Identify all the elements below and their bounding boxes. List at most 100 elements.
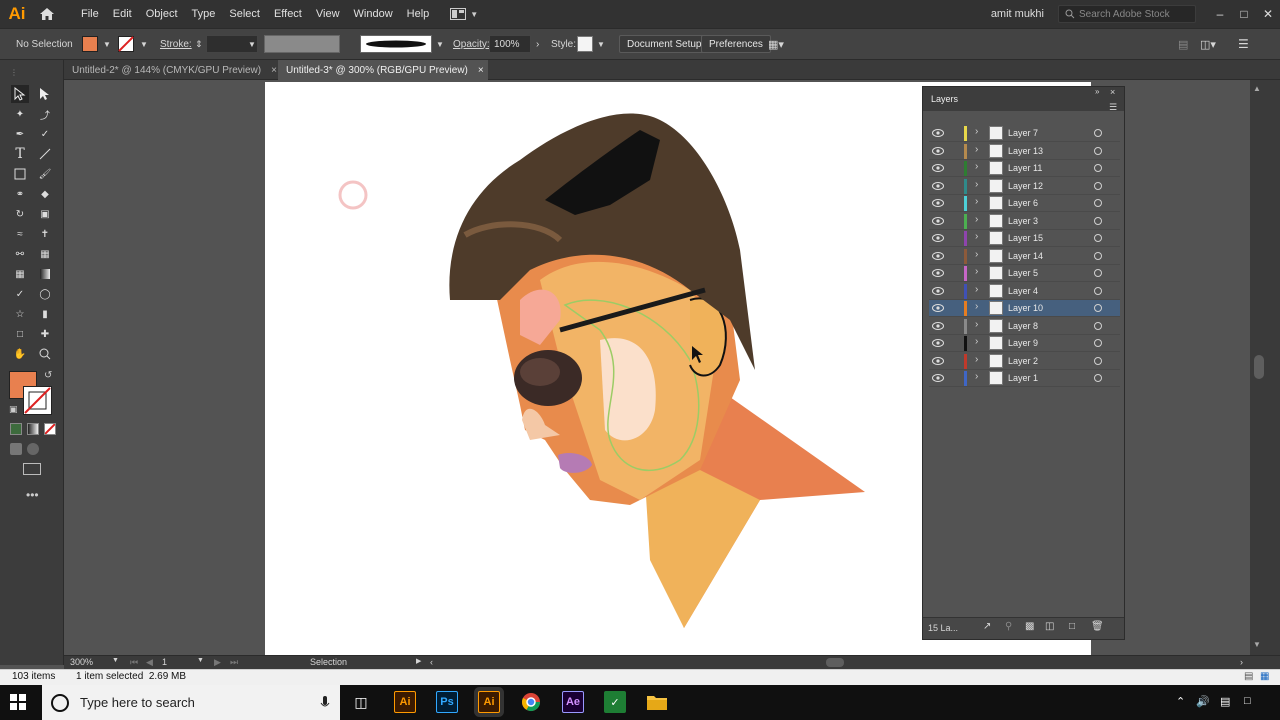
zoom-chevron-icon[interactable]: ▼ <box>112 657 119 664</box>
visibility-eye-icon[interactable] <box>932 216 944 226</box>
menu-object[interactable]: Object <box>139 0 185 28</box>
layer-row[interactable]: › Layer 2 <box>929 353 1120 370</box>
expand-layer-icon[interactable]: › <box>975 371 978 382</box>
brush-definition[interactable] <box>360 35 432 53</box>
layer-name[interactable]: Layer 2 <box>1008 356 1038 366</box>
stroke-weight-chevron-icon[interactable]: ▼ <box>248 29 256 59</box>
shaper-tool-icon[interactable]: ⚭ <box>11 185 29 203</box>
visibility-eye-icon[interactable] <box>932 233 944 243</box>
eyedropper-tool-icon[interactable]: ✓ <box>11 285 29 303</box>
last-page-icon[interactable]: ⏭ <box>230 657 238 668</box>
menu-type[interactable]: Type <box>185 0 223 28</box>
expand-layer-icon[interactable]: › <box>975 354 978 365</box>
scroll-right-icon[interactable]: › <box>1240 657 1243 667</box>
selection-tool-icon[interactable] <box>11 85 29 103</box>
layer-row[interactable]: › Layer 6 <box>929 195 1120 212</box>
layer-target-icon[interactable] <box>1094 286 1102 295</box>
color-mode-icon[interactable] <box>10 423 22 435</box>
menu-view[interactable]: View <box>309 0 347 28</box>
minimize-button[interactable]: – <box>1208 7 1232 21</box>
expand-layer-icon[interactable]: › <box>975 249 978 260</box>
file-explorer-taskbar-icon[interactable] <box>646 691 668 713</box>
create-sublayer-icon[interactable]: ◫ <box>1045 621 1054 632</box>
default-colors-icon[interactable]: ▣ <box>9 404 18 415</box>
next-page-icon[interactable]: ▶ <box>214 657 221 668</box>
menu-effect[interactable]: Effect <box>267 0 309 28</box>
none-mode-icon[interactable] <box>44 423 56 435</box>
stroke-dropdown-chevron-icon[interactable]: ▼ <box>140 29 148 59</box>
page-chevron-icon[interactable]: ▼ <box>197 657 204 664</box>
symbol-sprayer-tool-icon[interactable]: ☆ <box>11 305 29 323</box>
opacity-field[interactable]: 100% <box>489 35 531 53</box>
layer-name[interactable]: Layer 15 <box>1008 233 1043 243</box>
user-name[interactable]: amit mukhi <box>991 8 1044 20</box>
maximize-button[interactable]: □ <box>1232 7 1256 21</box>
style-swatch[interactable] <box>577 36 593 52</box>
shape-builder-tool-icon[interactable]: ⚯ <box>11 245 29 263</box>
opacity-label[interactable]: Opacity: <box>453 29 490 59</box>
details-view-icon[interactable]: ▤ <box>1244 671 1253 682</box>
green-app-taskbar-icon[interactable]: ✓ <box>604 691 626 713</box>
expand-layer-icon[interactable]: › <box>975 301 978 312</box>
layer-target-icon[interactable] <box>1094 339 1102 347</box>
layer-row[interactable]: › Layer 4 <box>929 283 1120 300</box>
visibility-eye-icon[interactable] <box>932 251 944 261</box>
first-page-icon[interactable]: ⏮ <box>130 657 138 668</box>
lasso-tool-icon[interactable]: ⤴ <box>36 105 54 123</box>
stock-search-input[interactable]: Search Adobe Stock <box>1058 5 1196 23</box>
windows-start-icon[interactable] <box>10 694 26 713</box>
rectangle-tool-icon[interactable] <box>11 165 29 183</box>
layer-name[interactable]: Layer 6 <box>1008 198 1038 208</box>
style-chevron-icon[interactable]: ▼ <box>597 29 605 59</box>
chrome-taskbar-icon[interactable] <box>520 691 542 713</box>
scroll-up-icon[interactable]: ▲ <box>1253 84 1261 93</box>
layer-name[interactable]: Layer 12 <box>1008 181 1043 191</box>
taskbar-search-box[interactable]: Type here to search <box>42 685 340 720</box>
layer-target-icon[interactable] <box>1094 129 1102 137</box>
close-tab-icon[interactable]: × <box>478 65 484 76</box>
hand-tool-icon[interactable]: ✋ <box>11 345 29 363</box>
line-tool-icon[interactable] <box>36 145 54 163</box>
blend-tool-icon[interactable]: ◯ <box>36 285 54 303</box>
layer-target-icon[interactable] <box>1094 181 1102 190</box>
variable-width-profile[interactable] <box>264 35 340 53</box>
delete-layer-icon[interactable]: 🗑 <box>1091 621 1104 632</box>
brush-chevron-icon[interactable]: ▼ <box>436 29 444 59</box>
layer-name[interactable]: Layer 11 <box>1008 163 1042 173</box>
fill-dropdown-chevron-icon[interactable]: ▼ <box>103 29 111 59</box>
layer-name[interactable]: Layer 3 <box>1008 216 1038 226</box>
layer-row[interactable]: › Layer 8 <box>929 318 1120 335</box>
draw-behind-icon[interactable] <box>27 443 39 455</box>
menu-edit[interactable]: Edit <box>106 0 139 28</box>
draw-normal-icon[interactable] <box>10 443 22 455</box>
network-icon[interactable]: ▤ <box>1220 695 1230 708</box>
visibility-eye-icon[interactable] <box>932 198 944 208</box>
home-icon[interactable] <box>34 0 60 28</box>
visibility-eye-icon[interactable] <box>932 163 944 173</box>
status-menu-icon[interactable]: ▶ <box>416 657 421 665</box>
menu-help[interactable]: Help <box>400 0 437 28</box>
create-new-layer-icon[interactable]: □ <box>1069 621 1075 632</box>
workspace-switcher[interactable]: ▼ <box>450 8 478 20</box>
layer-target-icon[interactable] <box>1094 199 1102 207</box>
visibility-eye-icon[interactable] <box>932 373 944 383</box>
menu-select[interactable]: Select <box>222 0 267 28</box>
tab-untitled-3[interactable]: Untitled-3* @ 300% (RGB/GPU Preview) × <box>278 60 488 80</box>
column-graph-tool-icon[interactable]: ▮ <box>36 305 54 323</box>
layer-target-icon[interactable] <box>1094 356 1102 365</box>
align-icon[interactable]: ▤ <box>1178 29 1188 59</box>
stroke-color-swatch[interactable] <box>23 386 52 415</box>
layer-target-icon[interactable] <box>1094 251 1102 260</box>
expand-layer-icon[interactable]: › <box>975 284 978 295</box>
vertical-scrollbar[interactable]: ▲ ▼ <box>1250 80 1280 655</box>
slice-tool-icon[interactable]: ✚ <box>36 325 54 343</box>
layer-target-icon[interactable] <box>1094 321 1102 330</box>
gradient-mode-icon[interactable] <box>27 423 39 435</box>
layer-row[interactable]: › Layer 7 <box>929 125 1120 142</box>
layer-row[interactable]: › Layer 3 <box>929 213 1120 230</box>
layer-row[interactable]: › Layer 9 <box>929 335 1120 352</box>
perspective-grid-tool-icon[interactable]: ▦ <box>36 245 54 263</box>
notifications-icon[interactable]: □ <box>1244 695 1251 707</box>
menu-file[interactable]: File <box>74 0 106 28</box>
mesh-tool-icon[interactable]: ▦ <box>11 265 29 283</box>
